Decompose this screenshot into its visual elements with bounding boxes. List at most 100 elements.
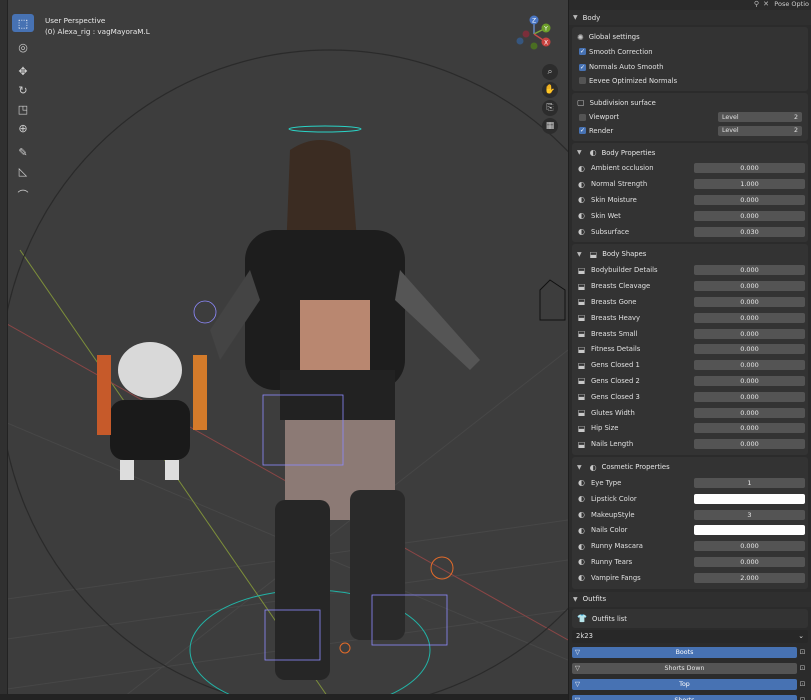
property-label: Hip Size bbox=[591, 424, 619, 433]
value-field[interactable]: 0.000 bbox=[694, 391, 805, 402]
scene-render bbox=[0, 49, 568, 700]
measure-icon[interactable]: ◺ bbox=[12, 162, 34, 180]
annotate-icon[interactable]: ✎ bbox=[12, 143, 34, 161]
move-icon[interactable]: ✥ bbox=[12, 62, 34, 80]
pin-icon[interactable]: ⚲ bbox=[754, 0, 759, 8]
property-row: ⬓ Gens Closed 1 0.000 bbox=[572, 357, 808, 373]
viewport-subdiv-checkbox[interactable]: Viewport Level 2 bbox=[572, 111, 808, 125]
lock-icon[interactable]: ⊡ bbox=[797, 696, 808, 700]
chevron-down-icon: ▼ bbox=[577, 463, 582, 471]
lock-icon[interactable]: ⊡ bbox=[797, 664, 808, 672]
value-field[interactable]: 0.000 bbox=[694, 312, 805, 323]
outfit-toggle: ▽ Shorts ⊡ bbox=[572, 694, 808, 700]
rotate-icon[interactable]: ↻ bbox=[12, 81, 34, 99]
value-field[interactable]: 0.000 bbox=[694, 265, 805, 276]
value-field[interactable]: 1.000 bbox=[694, 179, 805, 190]
value-field[interactable]: 0.000 bbox=[694, 194, 805, 205]
pose-options-tab[interactable]: Pose Optio bbox=[774, 0, 809, 8]
3d-viewport[interactable]: User Perspective (0) Alexa_rig : vagMayo… bbox=[0, 0, 568, 700]
outfits-section-header[interactable]: ▼ Outfits bbox=[569, 591, 811, 607]
globe-icon: ✺ bbox=[577, 32, 584, 42]
value-field[interactable]: 0.000 bbox=[694, 439, 805, 450]
value-field[interactable]: 0.000 bbox=[694, 328, 805, 339]
property-row: ◐ Runny Mascara 0.000 bbox=[572, 538, 808, 554]
cursor-icon[interactable]: ◎ bbox=[12, 38, 34, 56]
viewport-level-field[interactable]: Level 2 bbox=[718, 112, 802, 123]
value-field[interactable]: 0.000 bbox=[694, 407, 805, 418]
normals-auto-smooth-checkbox[interactable]: ✓ Normals Auto Smooth bbox=[572, 61, 808, 75]
value-field[interactable]: 0.030 bbox=[694, 226, 805, 237]
property-label: Runny Mascara bbox=[591, 542, 643, 551]
outfit-label: Shorts Down bbox=[664, 664, 705, 672]
value-field[interactable]: 0.000 bbox=[694, 296, 805, 307]
value-field[interactable]: 0.000 bbox=[694, 344, 805, 355]
value-field[interactable]: 0.000 bbox=[694, 375, 805, 386]
camera-icon[interactable]: ⎘ bbox=[542, 100, 558, 116]
subdivision-header: ▢ Subdivision surface bbox=[577, 98, 656, 107]
property-label: Nails Length bbox=[591, 440, 634, 449]
body-shapes-header[interactable]: ▼ ⬓ Body Shapes bbox=[572, 246, 808, 262]
scale-icon[interactable]: ◳ bbox=[12, 100, 34, 118]
property-label: Gens Closed 1 bbox=[591, 361, 640, 370]
bone-tool-icon[interactable]: ⌒ bbox=[12, 186, 34, 204]
property-label: Gens Closed 3 bbox=[591, 392, 640, 401]
color-swatch[interactable] bbox=[694, 493, 805, 504]
shape-key-icon: ⬓ bbox=[577, 281, 586, 291]
shape-key-icon: ⬓ bbox=[577, 360, 586, 370]
value-field[interactable]: 1 bbox=[694, 477, 805, 488]
outfit-button[interactable]: ▽ Shorts bbox=[572, 694, 797, 700]
value-field[interactable]: 0.000 bbox=[694, 210, 805, 221]
property-label: Breasts Heavy bbox=[591, 313, 641, 322]
property-row: ⬓ Hip Size 0.000 bbox=[572, 420, 808, 436]
material-icon: ◐ bbox=[578, 573, 585, 583]
cosmetic-properties-box: ▼ ◐ Cosmetic Properties ◐ Eye Type 1 ◐ Lipst… bbox=[572, 457, 808, 589]
property-label: Lipstick Color bbox=[591, 494, 637, 503]
outfit-button[interactable]: ▽ Shorts Down bbox=[572, 662, 797, 674]
eevee-normals-checkbox[interactable]: Eevee Optimized Normals bbox=[572, 74, 808, 88]
outfit-button[interactable]: ▽ Boots bbox=[572, 646, 797, 658]
close-icon[interactable]: ✕ bbox=[763, 0, 769, 8]
property-row: ⬓ Breasts Cleavage 0.000 bbox=[572, 278, 808, 294]
render-level-field[interactable]: Level 2 bbox=[718, 125, 802, 136]
property-label: Glutes Width bbox=[591, 408, 635, 417]
outfit-button[interactable]: ▽ Top bbox=[572, 678, 797, 690]
value-field[interactable]: 0.000 bbox=[694, 541, 805, 552]
outfit-label: Top bbox=[679, 680, 690, 688]
value-field[interactable]: 0.000 bbox=[694, 423, 805, 434]
body-section-header[interactable]: ▼ Body bbox=[569, 10, 811, 25]
lock-icon[interactable]: ⊡ bbox=[797, 680, 808, 688]
material-icon: ◐ bbox=[589, 148, 597, 157]
chevron-down-icon: ▼ bbox=[577, 250, 582, 258]
grid-icon[interactable]: ▦ bbox=[542, 118, 558, 134]
body-properties-header[interactable]: ▼ ◐ Body Properties bbox=[572, 145, 808, 161]
material-icon: ◐ bbox=[578, 510, 585, 520]
global-settings-header: ✺ Global settings bbox=[577, 32, 640, 42]
value-field[interactable]: 0.000 bbox=[694, 556, 805, 567]
property-label: Skin Moisture bbox=[591, 195, 637, 204]
property-label: Skin Wet bbox=[591, 211, 621, 220]
outfit-toggle: ▽ Boots ⊡ bbox=[572, 646, 808, 659]
select-box-icon[interactable]: ⬚ bbox=[12, 14, 34, 32]
lock-icon[interactable]: ⊡ bbox=[797, 648, 808, 656]
property-row: ◐ Nails Color bbox=[572, 522, 808, 538]
value-field[interactable]: 0.000 bbox=[694, 360, 805, 371]
color-swatch[interactable] bbox=[694, 525, 805, 536]
cosmetic-properties-header[interactable]: ▼ ◐ Cosmetic Properties bbox=[572, 459, 808, 475]
transform-icon[interactable]: ⊕ bbox=[12, 119, 34, 137]
property-row: ⬓ Bodybuilder Details 0.000 bbox=[572, 262, 808, 278]
hand-icon[interactable]: ✋ bbox=[542, 82, 558, 98]
navigation-gizmo[interactable]: Z Y X bbox=[512, 14, 556, 54]
zoom-icon[interactable]: ⌕ bbox=[542, 64, 558, 80]
outfit-label: Boots bbox=[675, 648, 694, 656]
property-row: ⬓ Breasts Gone 0.000 bbox=[572, 294, 808, 310]
chevron-down-icon: ▼ bbox=[573, 14, 578, 21]
smooth-correction-checkbox[interactable]: ✓ Smooth Correction bbox=[572, 45, 808, 59]
property-row: ◐ Normal Strength 1.000 bbox=[572, 176, 808, 192]
value-field[interactable]: 0.000 bbox=[694, 281, 805, 292]
property-row: ⬓ Gens Closed 2 0.000 bbox=[572, 373, 808, 389]
value-field[interactable]: 3 bbox=[694, 509, 805, 520]
outfit-select[interactable]: 2k23 ⌄ bbox=[572, 629, 808, 643]
value-field[interactable]: 0.000 bbox=[694, 163, 805, 174]
render-subdiv-checkbox[interactable]: ✓ Render Level 2 bbox=[572, 124, 808, 138]
value-field[interactable]: 2.000 bbox=[694, 572, 805, 583]
